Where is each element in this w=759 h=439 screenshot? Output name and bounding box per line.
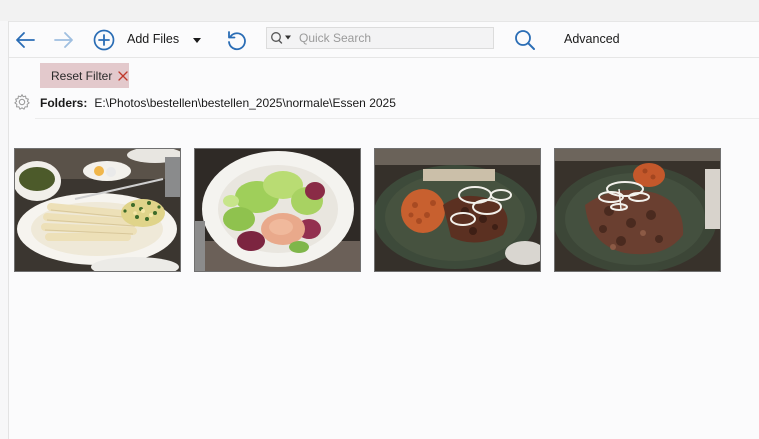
left-panel-edge[interactable]: [0, 21, 9, 439]
folders-path[interactable]: E:\Photos\bestellen\bestellen_2025\norma…: [94, 96, 396, 110]
plus-circle-icon: [93, 29, 115, 51]
photo-thumbnail[interactable]: [374, 148, 541, 272]
title-bar: [0, 0, 759, 22]
folders-path-row: Folders: E:\Photos\bestellen\bestellen_20…: [40, 96, 396, 110]
add-files-label[interactable]: Add Files: [127, 32, 179, 46]
photo-thumbnail[interactable]: [14, 148, 181, 272]
folders-label: Folders:: [40, 96, 88, 110]
grilled-platter-photo: [375, 149, 540, 271]
reset-filter-button[interactable]: Reset Filter: [40, 63, 129, 88]
advanced-search-link[interactable]: Advanced: [564, 32, 620, 46]
photo-thumbnail[interactable]: [194, 148, 361, 272]
search-button[interactable]: [512, 27, 538, 53]
add-files-dropdown[interactable]: [189, 30, 205, 50]
gear-icon[interactable]: [13, 93, 31, 111]
caret-down-icon: [193, 38, 201, 43]
arrow-left-icon: [16, 32, 35, 48]
salad-photo: [195, 149, 360, 271]
undo-icon: [228, 31, 246, 51]
gyros-photo: [555, 149, 720, 271]
forward-button[interactable]: [51, 27, 77, 53]
reset-filter-label: Reset Filter: [51, 68, 113, 83]
quick-search-box: [266, 27, 494, 49]
photo-thumbnail[interactable]: [554, 148, 721, 272]
quick-search-input[interactable]: [297, 31, 491, 45]
asparagus-photo: [15, 149, 180, 271]
close-icon[interactable]: [118, 70, 129, 81]
magnifier-icon: [515, 30, 535, 50]
divider: [35, 118, 759, 119]
search-scope-dropdown[interactable]: [267, 28, 297, 48]
add-files-button[interactable]: [91, 27, 117, 53]
search-scope-icon: [271, 32, 291, 44]
back-button[interactable]: [12, 27, 38, 53]
arrow-right-icon: [54, 32, 73, 48]
toolbar: Add Files Advanced: [9, 22, 759, 58]
undo-button[interactable]: [223, 27, 249, 53]
